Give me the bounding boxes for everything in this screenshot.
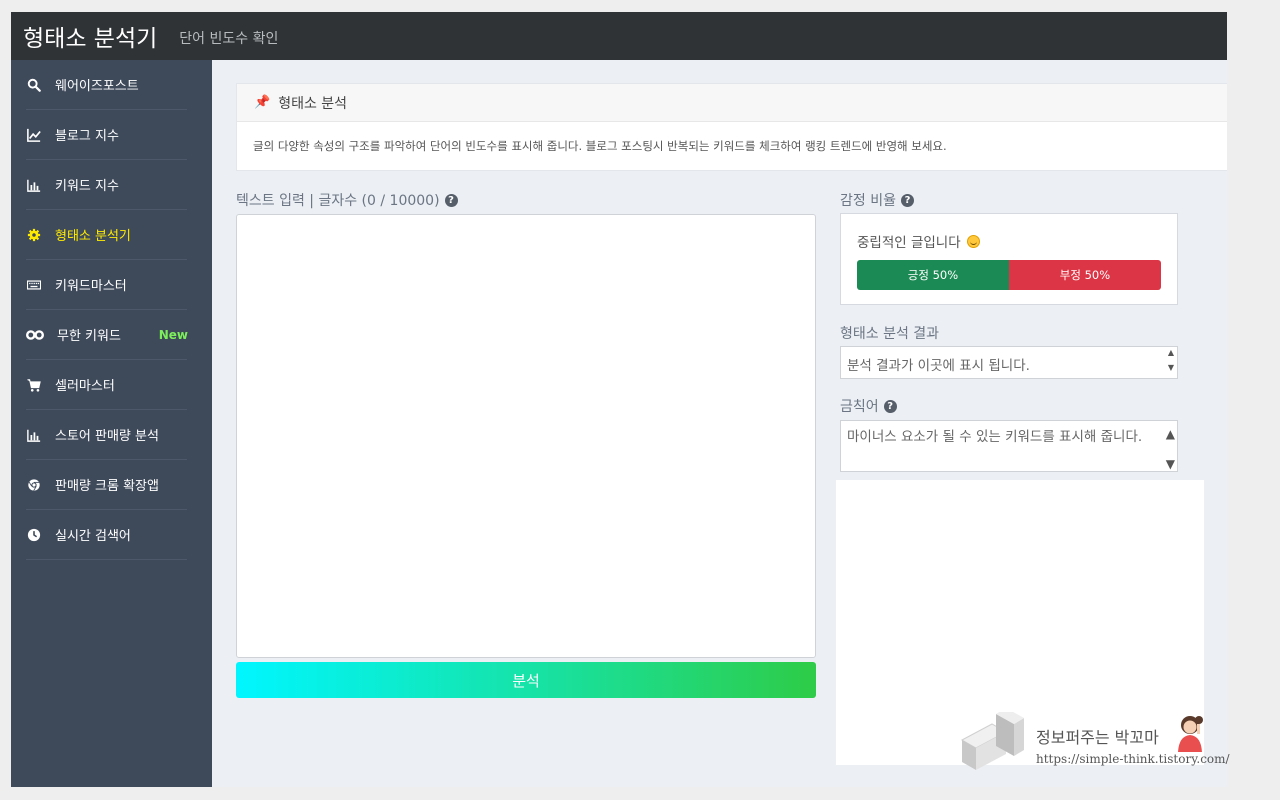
gear-icon [26, 227, 42, 243]
sidebar-item-label: 판매량 크롬 확장앱 [55, 479, 159, 494]
question-icon[interactable]: ? [883, 399, 897, 413]
cart-icon [26, 377, 42, 393]
sidebar-item-label: 실시간 검색어 [55, 529, 131, 544]
sentiment-message: 중립적인 글입니다 [857, 231, 1161, 251]
sidebar-item-label: 무한 키워드 [57, 329, 121, 344]
sidebar-item-whereispost[interactable]: 웨어이즈포스트 [26, 60, 187, 110]
sidebar-item-blog-index[interactable]: 블로그 지수 [26, 110, 187, 160]
girl-avatar-icon [1178, 716, 1203, 752]
search-icon [26, 77, 42, 93]
pin-icon: 📌 [254, 95, 271, 110]
sidebar-item-label: 스토어 판매량 분석 [55, 429, 159, 444]
top-bar: 형태소 분석기 단어 빈도수 확인 [11, 12, 1227, 60]
sidebar-item-store-sales[interactable]: 스토어 판매량 분석 [26, 410, 187, 460]
cube-logo-icon [960, 712, 1024, 770]
sentiment-card: 중립적인 글입니다 긍정 50% 부정 50% [840, 213, 1178, 305]
infinity-icon [26, 327, 44, 343]
info-card-description: 글의 다양한 속성의 구조를 파악하여 단어의 빈도수를 표시해 줍니다. 블로… [253, 139, 947, 153]
negative-bar: 부정 50% [1009, 260, 1161, 290]
smile-emoji-icon [966, 234, 980, 248]
morph-result-label: 형태소 분석 결과 [840, 323, 939, 343]
scroll-down-icon[interactable]: ▼ [1166, 453, 1175, 475]
morph-result-label-text: 형태소 분석 결과 [840, 326, 940, 342]
text-input-label: 텍스트 입력 | 글자수 (0 / 10000) ? [236, 190, 458, 210]
spin-up-icon[interactable]: ▲ [1168, 348, 1174, 357]
sidebar-item-realtime-search[interactable]: 실시간 검색어 [26, 510, 187, 560]
scroll-up-icon[interactable]: ▲ [1166, 423, 1175, 445]
sentiment-bar: 긍정 50% 부정 50% [857, 260, 1161, 290]
watermark-title: 정보퍼주는 박꼬마 [1036, 728, 1159, 747]
sidebar-item-label: 형태소 분석기 [55, 229, 131, 244]
new-badge: New [158, 327, 188, 342]
watermark: 정보퍼주는 박꼬마 https://simple-think.tistory.c… [948, 708, 1248, 788]
sidebar-item-infinite-keyword[interactable]: 무한 키워드 New [26, 310, 188, 360]
info-card: 📌 형태소 분석 글의 다양한 속성의 구조를 파악하여 단어의 빈도수를 표시… [236, 83, 1227, 171]
bar-chart-icon [26, 427, 42, 443]
sidebar-item-morph-analyzer[interactable]: 형태소 분석기 [26, 210, 187, 260]
morph-result-field[interactable]: 분석 결과가 이곳에 표시 됩니다. ▲ ▼ [840, 346, 1178, 379]
sidebar: 웨어이즈포스트 블로그 지수 키워드 지수 형태소 분석기 키워드마스터 무한 … [11, 60, 212, 787]
sidebar-item-chrome-extension[interactable]: 판매량 크롬 확장앱 [26, 460, 187, 510]
banned-words-placeholder: 마이너스 요소가 될 수 있는 키워드를 표시해 줍니다. [847, 429, 1143, 445]
morph-result-placeholder: 분석 결과가 이곳에 표시 됩니다. [847, 358, 1030, 374]
watermark-url: https://simple-think.tistory.com/ [1036, 752, 1230, 766]
app-frame: 형태소 분석기 단어 빈도수 확인 웨어이즈포스트 블로그 지수 키워드 지수 [11, 12, 1227, 787]
app-title: 형태소 분석기 [23, 26, 158, 52]
sidebar-item-label: 키워드 지수 [55, 179, 119, 194]
sentiment-label-text: 감정 비율 [840, 193, 896, 209]
clock-icon [26, 527, 42, 543]
app-subtitle: 단어 빈도수 확인 [179, 31, 279, 47]
chrome-icon [26, 477, 42, 493]
sentiment-label: 감정 비율 ? [840, 190, 914, 210]
analyze-button[interactable]: 분석 [236, 662, 816, 698]
sidebar-item-label: 웨어이즈포스트 [55, 79, 139, 94]
info-card-title: 형태소 분석 [278, 95, 348, 112]
banned-words-label: 금칙어 ? [840, 396, 897, 416]
keyboard-icon [26, 277, 42, 293]
banned-words-label-text: 금칙어 [840, 399, 879, 415]
positive-bar: 긍정 50% [857, 260, 1009, 290]
line-chart-icon [26, 127, 42, 143]
sidebar-item-label: 블로그 지수 [55, 129, 119, 144]
text-input-label-text: 텍스트 입력 | 글자수 (0 / 10000) [236, 193, 440, 209]
sidebar-item-label: 셀러마스터 [55, 379, 115, 394]
sidebar-item-keyword-index[interactable]: 키워드 지수 [26, 160, 187, 210]
sidebar-item-keyword-master[interactable]: 키워드마스터 [26, 260, 187, 310]
text-input[interactable] [236, 214, 816, 658]
banned-words-field[interactable]: 마이너스 요소가 될 수 있는 키워드를 표시해 줍니다. ▲ ▼ [840, 420, 1178, 472]
sidebar-item-seller-master[interactable]: 셀러마스터 [26, 360, 187, 410]
bar-chart-icon [26, 177, 42, 193]
question-icon[interactable]: ? [444, 193, 458, 207]
sidebar-item-label: 키워드마스터 [55, 279, 127, 294]
sentiment-message-text: 중립적인 글입니다 [857, 235, 961, 251]
main-content: 📌 형태소 분석 글의 다양한 속성의 구조를 파악하여 단어의 빈도수를 표시… [212, 60, 1227, 787]
spin-down-icon[interactable]: ▼ [1168, 363, 1174, 372]
question-icon[interactable]: ? [900, 193, 914, 207]
info-card-header: 📌 형태소 분석 [237, 84, 1227, 122]
